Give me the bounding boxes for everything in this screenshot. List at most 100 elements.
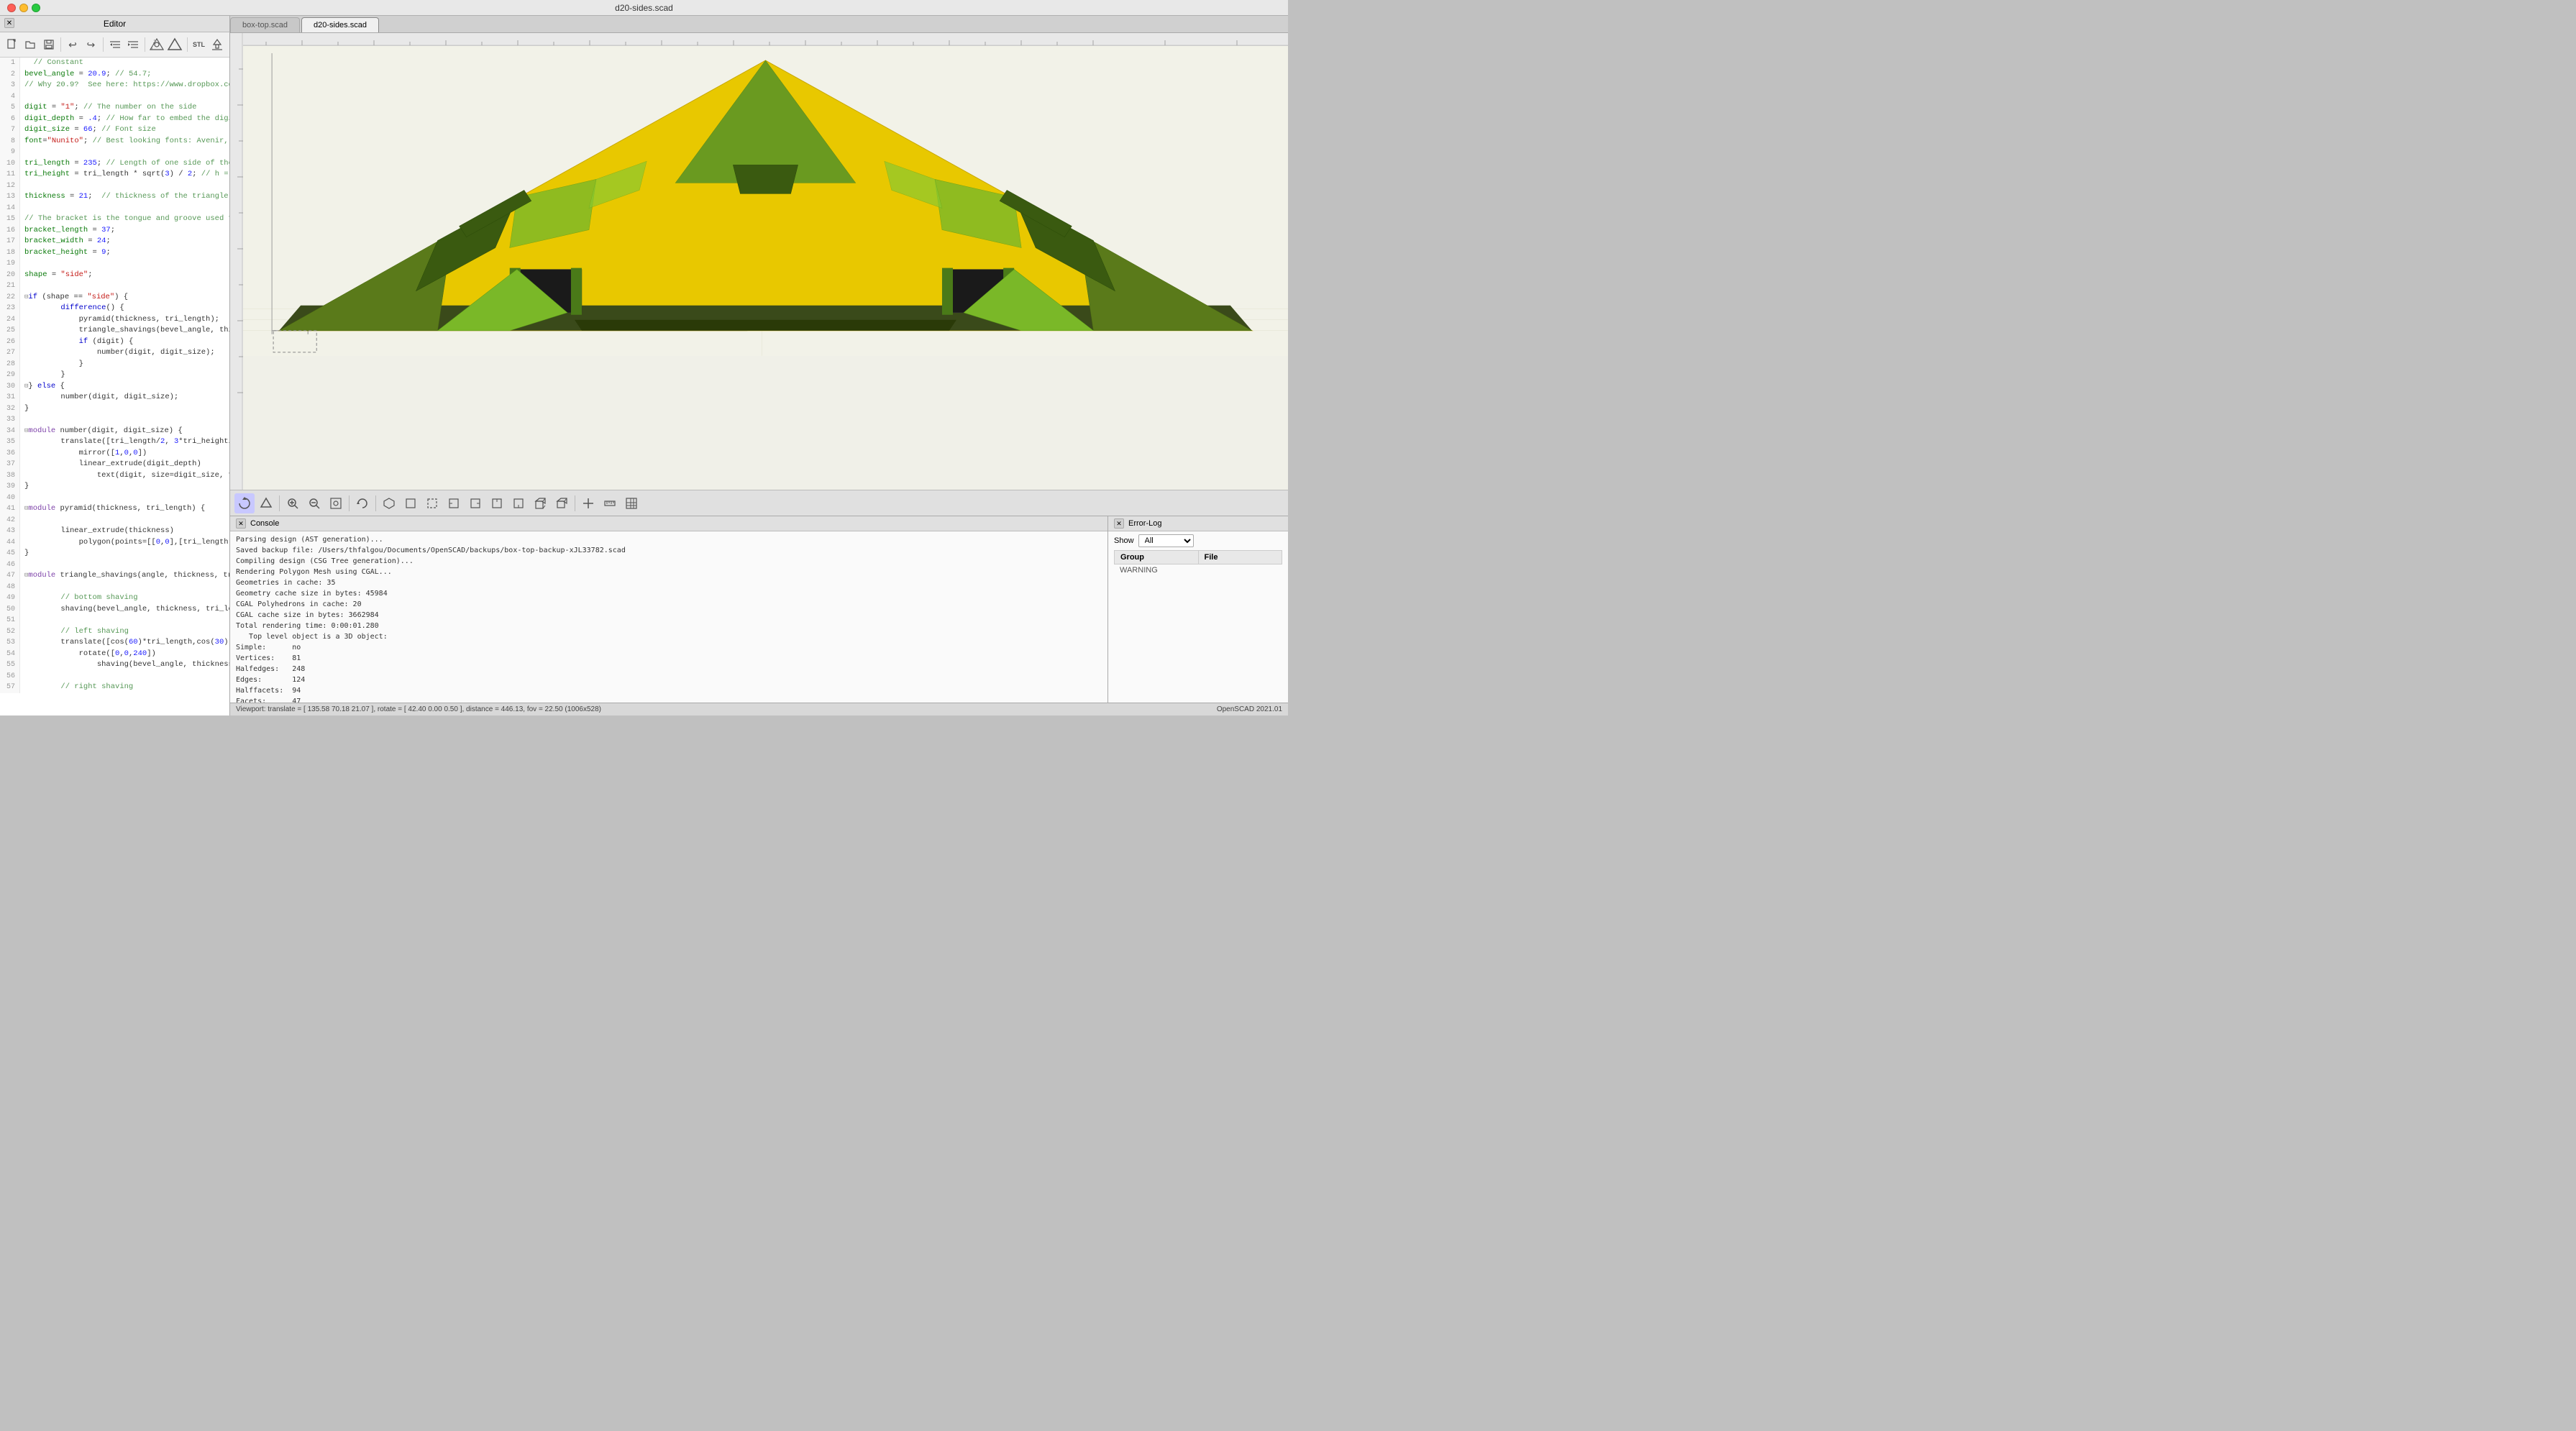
- code-line: 23 difference() {: [0, 303, 229, 314]
- tab-box-top[interactable]: box-top.scad: [230, 17, 300, 32]
- view-sep-1: [279, 495, 280, 511]
- code-line: 25 triangle_shavings(bevel_angle, thickn…: [0, 325, 229, 337]
- editor-header: ✕ Editor: [0, 16, 229, 32]
- view-toolbar: [230, 490, 1288, 516]
- view3d-panel[interactable]: [230, 33, 1288, 490]
- show-select[interactable]: All Errors Warnings: [1138, 534, 1194, 547]
- code-line: 51: [0, 615, 229, 626]
- view-sep-3: [375, 495, 376, 511]
- view-bottom-button[interactable]: [508, 493, 529, 513]
- code-line: 31 number(digit, digit_size);: [0, 392, 229, 403]
- tab-d20-sides[interactable]: d20-sides.scad: [301, 17, 379, 32]
- maximize-button[interactable]: [32, 4, 40, 12]
- zoom-in-button[interactable]: [283, 493, 303, 513]
- code-line: 35 translate([tri_length/2, 3*tri_height…: [0, 436, 229, 448]
- export-button[interactable]: [209, 35, 225, 54]
- save-file-button[interactable]: [41, 35, 57, 54]
- viewport-info: Viewport: translate = [ 135.58 70.18 21.…: [236, 705, 601, 713]
- undo-button[interactable]: ↩: [65, 35, 81, 54]
- code-line: 48: [0, 582, 229, 593]
- view-top-button[interactable]: [487, 493, 507, 513]
- code-line: 17 bracket_width = 24;: [0, 236, 229, 247]
- ruler-button[interactable]: [600, 493, 620, 513]
- zoom-fit-button[interactable]: [326, 493, 346, 513]
- console-close-button[interactable]: ✕: [236, 518, 246, 529]
- group-file-header: Group File: [1114, 550, 1282, 564]
- code-line: 19: [0, 258, 229, 270]
- code-line: 24 pyramid(thickness, tri_length);: [0, 314, 229, 326]
- view-3d-button[interactable]: [552, 493, 572, 513]
- view-left-button[interactable]: [444, 493, 464, 513]
- view-back-button[interactable]: [422, 493, 442, 513]
- view-right-button[interactable]: [465, 493, 485, 513]
- console-content[interactable]: Parsing design (AST generation)... Saved…: [230, 531, 1107, 703]
- cross-button[interactable]: [578, 493, 598, 513]
- console-message: Halfedges: 248: [236, 664, 1102, 675]
- code-line: 39 }: [0, 481, 229, 493]
- app-name: OpenSCAD 2021.01: [1217, 705, 1282, 713]
- errorlog-close-button[interactable]: ✕: [1114, 518, 1124, 529]
- code-line: 49 // bottom shaving: [0, 593, 229, 604]
- code-line: 11 tri_height = tri_length * sqrt(3) / 2…: [0, 169, 229, 180]
- view-front-button[interactable]: [401, 493, 421, 513]
- errorlog-panel: ✕ Error-Log Show All Errors Warnings Gro…: [1108, 516, 1288, 703]
- code-line: 55 shaving(bevel_angle, thickness, tri_l…: [0, 659, 229, 671]
- code-line: 9: [0, 147, 229, 158]
- code-line: 14: [0, 203, 229, 214]
- code-line: 32 }: [0, 403, 229, 415]
- reset-view-button[interactable]: [352, 493, 373, 513]
- editor-title: Editor: [104, 19, 126, 29]
- code-line: 13 thickness = 21; // thickness of the t…: [0, 191, 229, 203]
- errorlog-content: Show All Errors Warnings Group File WARN…: [1108, 531, 1288, 703]
- open-file-button[interactable]: [22, 35, 38, 54]
- view-all-button[interactable]: [256, 493, 276, 513]
- code-line: 15 // The bracket is the tongue and groo…: [0, 214, 229, 225]
- toolbar-sep-4: [187, 37, 188, 52]
- console-title: Console: [250, 519, 279, 528]
- grid-button[interactable]: [621, 493, 641, 513]
- code-line: 6 digit_depth = .4; // How far to embed …: [0, 114, 229, 125]
- console-message: Simple: no: [236, 642, 1102, 653]
- code-line: 1 // Constant: [0, 58, 229, 69]
- code-line: 18 bracket_height = 9;: [0, 247, 229, 259]
- minimize-button[interactable]: [19, 4, 28, 12]
- errorlog-title: Error-Log: [1128, 519, 1161, 528]
- code-line: 44 polygon(points=[[0,0],[tri_length,0],…: [0, 537, 229, 549]
- console-message: Parsing design (AST generation)...: [236, 534, 1102, 545]
- 3d-scene[interactable]: [243, 46, 1288, 356]
- indent-button[interactable]: [106, 35, 122, 54]
- new-file-button[interactable]: [4, 35, 20, 54]
- editor-toolbar: ↩ ↪ STL: [0, 32, 229, 58]
- code-line: 27 number(digit, digit_size);: [0, 347, 229, 359]
- errorlog-header: ✕ Error-Log: [1108, 516, 1288, 531]
- console-message: Geometries in cache: 35: [236, 577, 1102, 588]
- console-message: Halffacets: 94: [236, 685, 1102, 696]
- editor-close-button[interactable]: ✕: [4, 18, 14, 28]
- zoom-out-button[interactable]: [304, 493, 324, 513]
- status-bar: Viewport: translate = [ 135.58 70.18 21.…: [230, 703, 1288, 716]
- code-line: 4: [0, 91, 229, 103]
- animate-button[interactable]: [234, 493, 255, 513]
- close-button[interactable]: [7, 4, 16, 12]
- code-line: 28 }: [0, 359, 229, 370]
- code-editor[interactable]: 1 // Constant 2 bevel_angle = 20.9; // 5…: [0, 58, 229, 716]
- code-line: 21: [0, 280, 229, 292]
- redo-button[interactable]: ↪: [83, 35, 99, 54]
- code-line: 37 linear_extrude(digit_depth): [0, 459, 229, 470]
- code-line: 34 ⊟module number(digit, digit_size) {: [0, 426, 229, 437]
- code-line: 20 shape = "side";: [0, 270, 229, 281]
- console-message: Edges: 124: [236, 675, 1102, 685]
- render-button[interactable]: [167, 35, 183, 54]
- window-controls: [7, 4, 40, 12]
- view-diagonal-button[interactable]: [530, 493, 550, 513]
- stl-export-button[interactable]: STL: [191, 35, 206, 54]
- console-header: ✕ Console: [230, 516, 1107, 531]
- code-line: 7 digit_size = 66; // Font size: [0, 124, 229, 136]
- preview-button[interactable]: [149, 35, 165, 54]
- console-message: Total rendering time: 0:00:01.280: [236, 621, 1102, 631]
- code-line: 57 // right shaving: [0, 682, 229, 693]
- outdent-button[interactable]: [125, 35, 141, 54]
- perspective-button[interactable]: [379, 493, 399, 513]
- tabs-bar: box-top.scad d20-sides.scad: [230, 16, 1288, 33]
- console-message: CGAL Polyhedrons in cache: 20: [236, 599, 1102, 610]
